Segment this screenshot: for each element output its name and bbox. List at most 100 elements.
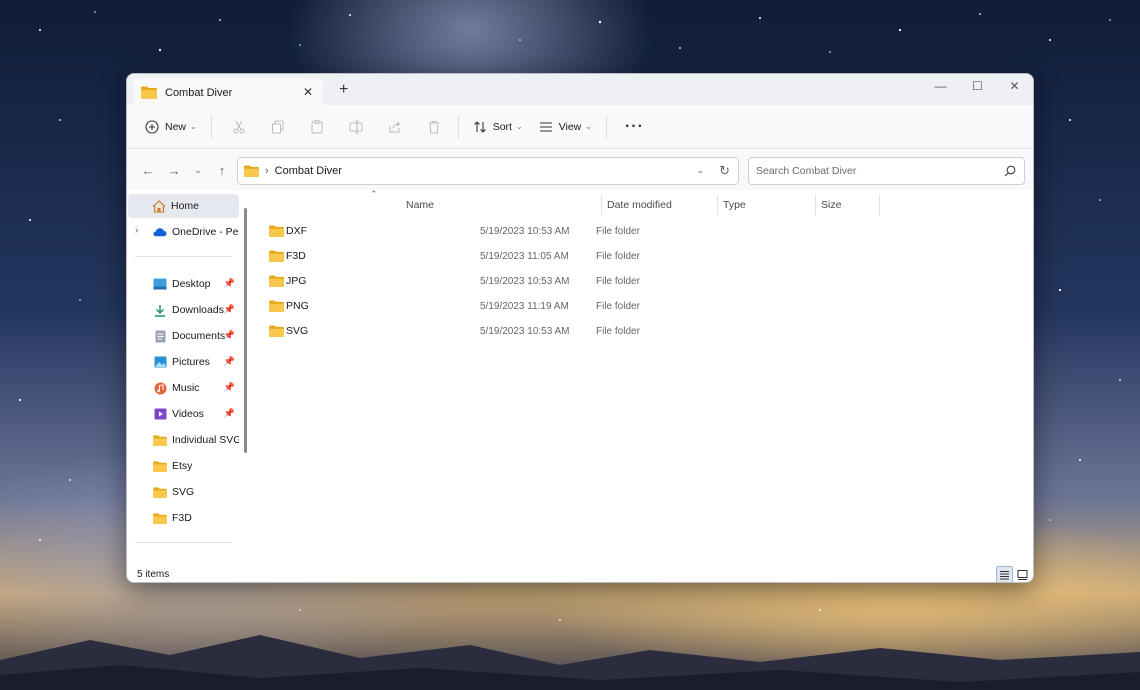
chevron-down-icon[interactable]: ⌄: [696, 165, 704, 176]
view-button[interactable]: View ⌄: [535, 112, 596, 142]
sidebar-item-downloads[interactable]: Downloads 📌: [129, 298, 239, 322]
large-icons-view-button[interactable]: [1014, 566, 1031, 582]
forward-button[interactable]: →: [161, 156, 187, 184]
column-header-label: Date modified: [607, 199, 672, 211]
file-name: JPG: [286, 275, 307, 287]
folder-icon: [141, 86, 157, 99]
sidebar-item-documents[interactable]: Documents 📌: [129, 324, 239, 348]
copy-button[interactable]: [261, 112, 295, 142]
recent-locations-button[interactable]: ⌄: [187, 156, 209, 184]
music-icon: [153, 382, 167, 395]
sidebar-item-etsy[interactable]: Etsy: [129, 454, 239, 478]
sidebar-item-label: Etsy: [172, 460, 193, 472]
column-header-size[interactable]: Size: [815, 191, 841, 219]
address-bar[interactable]: › Combat Diver ⌄ ↻: [237, 157, 739, 185]
sidebar-item-label: Pictures: [172, 356, 210, 368]
table-row[interactable]: DXF 5/19/2023 10:53 AM File folder: [262, 219, 862, 244]
breadcrumb-separator[interactable]: ›: [265, 165, 269, 177]
table-row[interactable]: F3D 5/19/2023 11:05 AM File folder: [262, 244, 862, 269]
minimize-button[interactable]: —: [922, 74, 959, 98]
column-header-label: Name: [406, 199, 435, 211]
thumbnail-view-icon: [1017, 569, 1028, 580]
pictures-icon: [153, 356, 167, 369]
sidebar-item-desktop[interactable]: Desktop 📌: [129, 272, 239, 296]
sidebar-item-label: Individual SVG: [172, 434, 239, 446]
sidebar-item-label: Downloads: [172, 304, 224, 316]
new-button[interactable]: New ⌄: [141, 112, 201, 142]
pin-icon[interactable]: 📌: [224, 304, 235, 315]
details-view-icon: [1000, 570, 1009, 579]
sort-ascending-icon: ⌃: [370, 189, 378, 199]
column-header-label: Size: [821, 199, 842, 211]
status-bar: 5 items: [127, 566, 1033, 582]
chevron-down-icon: ⌄: [585, 122, 592, 131]
sort-button[interactable]: Sort ⌄: [469, 112, 527, 142]
sort-icon: [473, 120, 486, 133]
file-name: F3D: [286, 250, 306, 262]
sidebar-item-label: SVG: [172, 486, 195, 498]
close-tab-icon[interactable]: ✕: [303, 85, 313, 99]
more-options-button[interactable]: ···: [617, 118, 652, 136]
desktop-icon: [153, 278, 167, 291]
toolbar-divider: [210, 114, 212, 139]
chevron-down-icon: ⌄: [515, 122, 523, 131]
sidebar-item-label: OneDrive - Personal: [172, 226, 239, 238]
pin-icon[interactable]: 📌: [224, 408, 235, 419]
column-header-date-modified[interactable]: Date modified: [601, 191, 672, 219]
file-date-modified: 5/19/2023 10:53 AM: [480, 276, 570, 287]
folder-icon: [153, 434, 167, 447]
column-header-name[interactable]: Name: [400, 191, 434, 219]
videos-icon: [153, 408, 167, 421]
sidebar-item-individual-svg[interactable]: Individual SVG: [129, 428, 239, 452]
sort-label: Sort: [492, 120, 512, 133]
file-list: ⌃ Name Date modified Type Size DXF 5/19/…: [254, 189, 1033, 566]
documents-icon: [153, 330, 167, 343]
new-tab-button[interactable]: +: [339, 81, 348, 99]
rename-icon: [349, 120, 363, 133]
sidebar-item-onedrive[interactable]: OneDrive - Personal: [129, 220, 239, 244]
new-label: New: [165, 120, 187, 133]
pin-icon[interactable]: 📌: [224, 356, 235, 367]
search-box[interactable]: [748, 157, 1025, 185]
column-header-type[interactable]: Type: [717, 191, 746, 219]
share-button[interactable]: [378, 112, 412, 142]
table-row[interactable]: SVG 5/19/2023 10:53 AM File folder: [262, 319, 862, 344]
sidebar-item-home[interactable]: Home: [128, 194, 239, 218]
sidebar-item-pictures[interactable]: Pictures 📌: [129, 350, 239, 374]
pin-icon[interactable]: 📌: [224, 278, 235, 289]
sidebar-item-svg[interactable]: SVG: [129, 480, 239, 504]
pin-icon[interactable]: 📌: [224, 382, 235, 393]
column-divider[interactable]: [879, 195, 880, 215]
chevron-down-icon: ⌄: [190, 122, 197, 131]
table-row[interactable]: PNG 5/19/2023 11:19 AM File folder: [262, 294, 862, 319]
sidebar-item-f3d[interactable]: F3D: [129, 506, 239, 530]
onedrive-icon: [153, 226, 167, 239]
toolbar-divider: [605, 114, 607, 139]
maximize-button[interactable]: ☐: [959, 74, 996, 98]
folder-icon: [153, 486, 167, 499]
up-button[interactable]: ↑: [209, 156, 235, 184]
window-controls: — ☐ ✕: [922, 74, 1033, 98]
sidebar-item-label: Music: [172, 382, 200, 394]
downloads-icon: [153, 304, 167, 317]
sidebar-item-label: F3D: [172, 512, 192, 524]
search-input[interactable]: [756, 165, 986, 177]
table-row[interactable]: JPG 5/19/2023 10:53 AM File folder: [262, 269, 862, 294]
tab-title: Combat Diver: [165, 86, 233, 99]
details-view-button[interactable]: [996, 566, 1013, 582]
delete-button[interactable]: [417, 112, 451, 142]
sidebar-scrollbar[interactable]: [244, 208, 247, 453]
back-button[interactable]: ←: [135, 156, 161, 184]
sidebar-item-videos[interactable]: Videos 📌: [129, 402, 239, 426]
close-window-button[interactable]: ✕: [996, 74, 1033, 98]
refresh-icon[interactable]: ↻: [719, 163, 730, 179]
pin-icon[interactable]: 📌: [224, 330, 235, 341]
breadcrumb-combat-diver[interactable]: Combat Diver: [275, 165, 342, 177]
search-icon: [1004, 165, 1016, 177]
paste-button[interactable]: [300, 112, 334, 142]
sidebar-item-music[interactable]: Music 📌: [129, 376, 239, 400]
view-icon: [539, 121, 552, 132]
rename-button[interactable]: [339, 112, 373, 142]
tab-combat-diver[interactable]: Combat Diver ✕: [133, 79, 323, 106]
cut-button[interactable]: [222, 112, 256, 142]
